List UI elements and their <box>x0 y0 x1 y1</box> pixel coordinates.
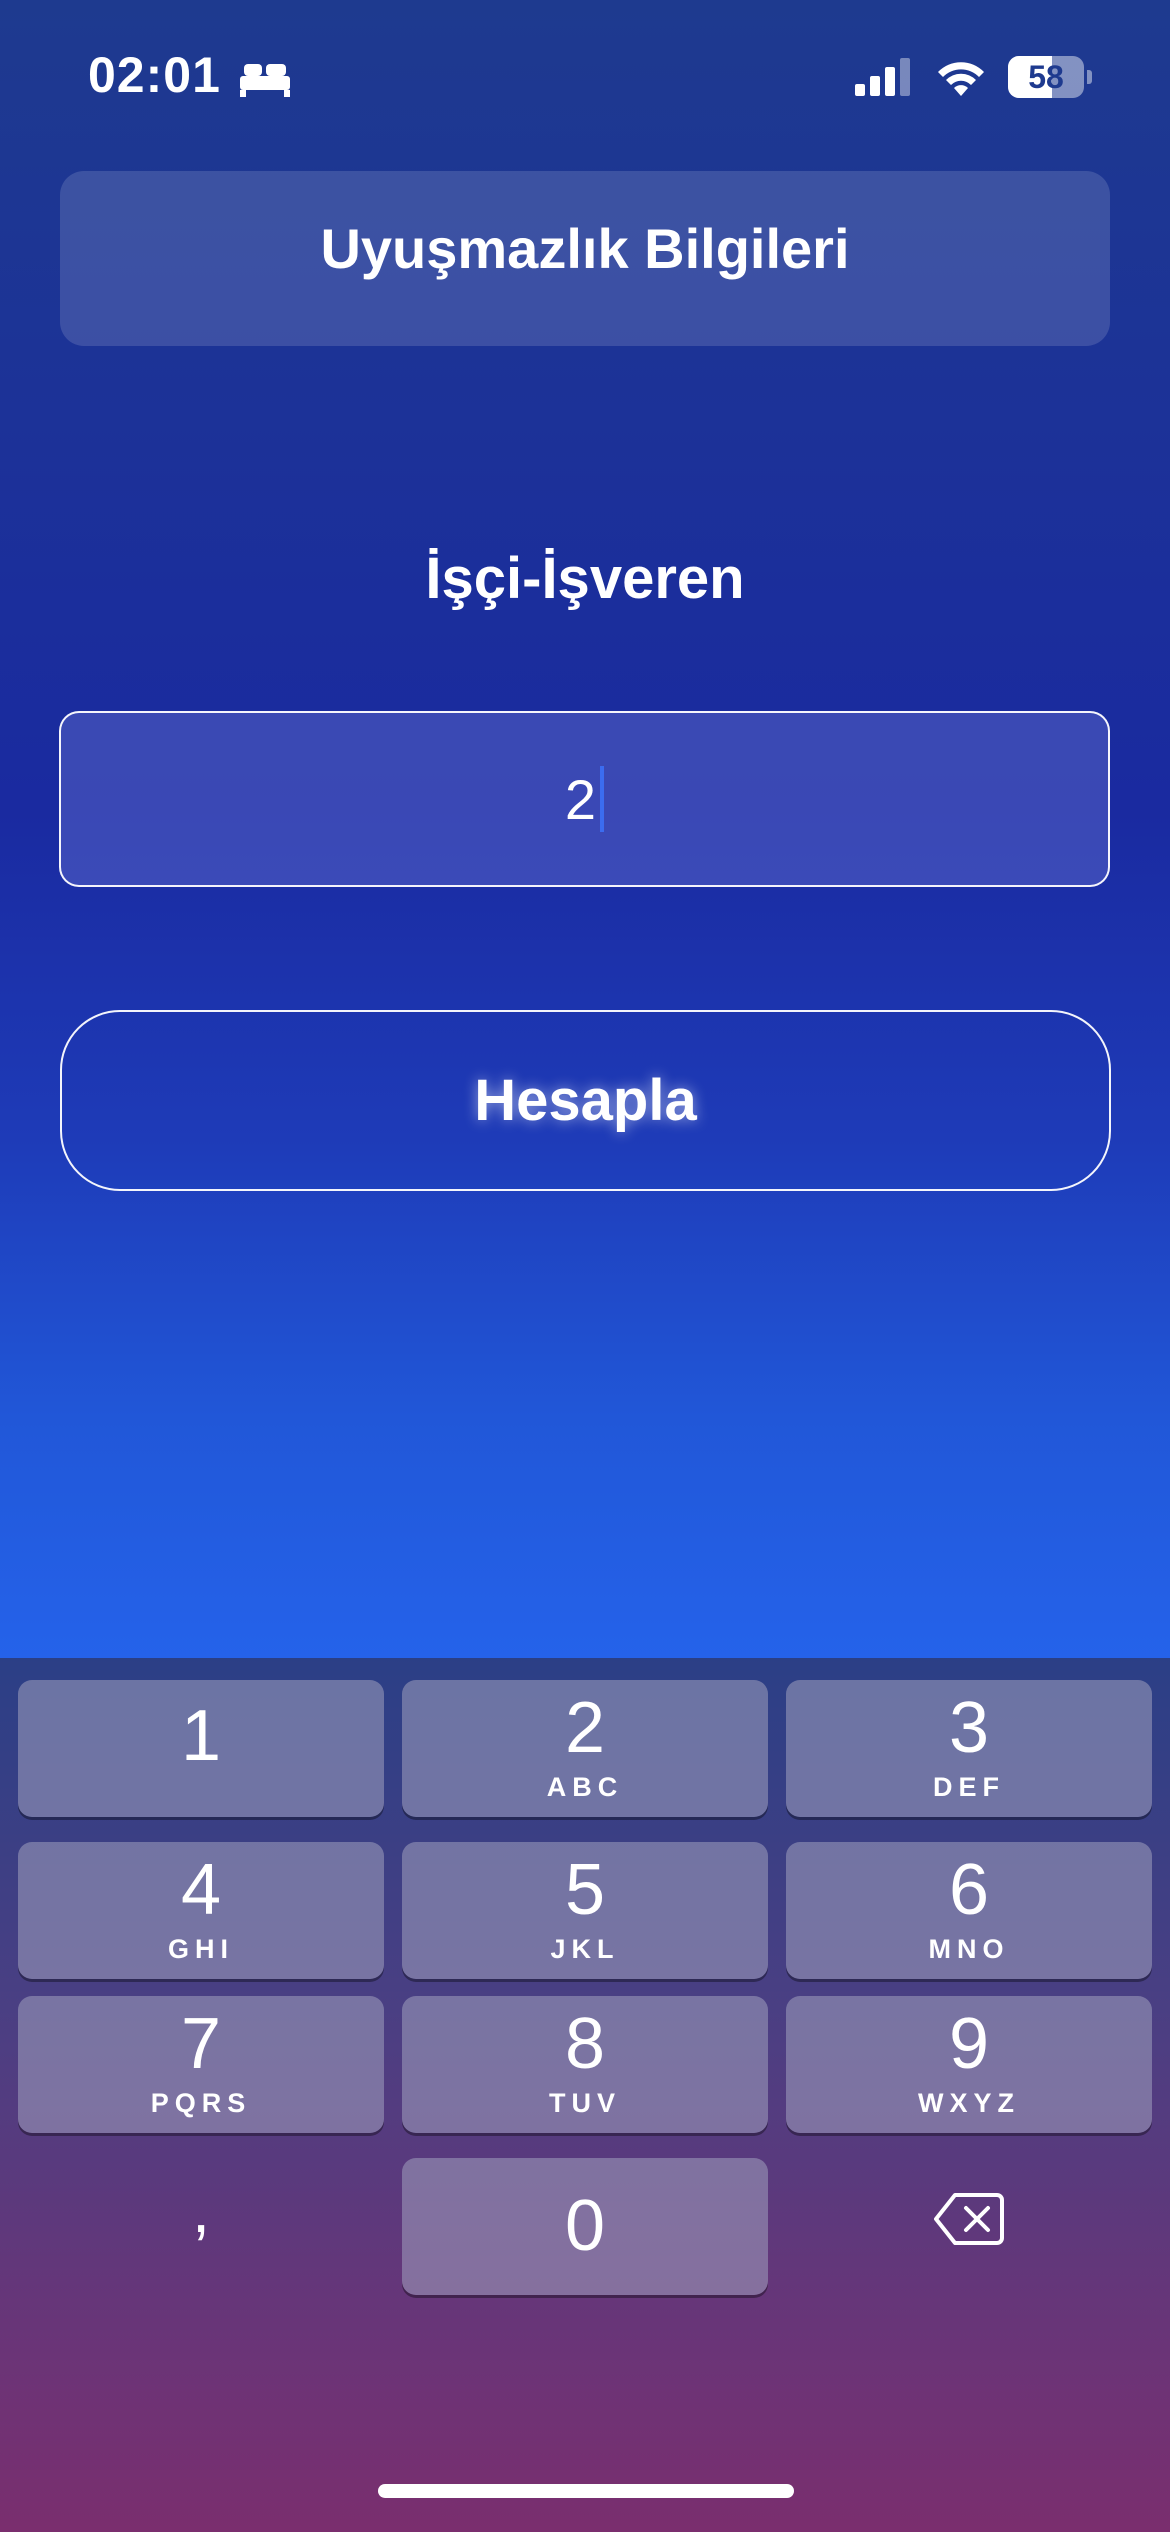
key-3[interactable]: 3 DEF <box>786 1680 1152 1817</box>
key-2[interactable]: 2 ABC <box>402 1680 768 1817</box>
input-value: 2 <box>564 767 597 831</box>
key-5-number: 5 <box>564 1850 606 1930</box>
key-9-number: 9 <box>948 2004 990 2084</box>
key-4-letters: GHI <box>167 1934 234 1964</box>
status-time: 02:01 <box>88 47 221 103</box>
key-1[interactable]: 1 <box>18 1680 384 1817</box>
wifi-icon <box>938 62 984 96</box>
key-9[interactable]: 9 WXYZ <box>786 1996 1152 2133</box>
backspace-icon <box>934 2192 1004 2245</box>
header-card: Uyuşmazlık Bilgileri <box>60 171 1110 346</box>
key-3-number: 3 <box>948 1688 990 1768</box>
sleep-focus-icon <box>240 64 290 97</box>
battery-icon: 58 <box>1008 56 1092 98</box>
key-2-letters: ABC <box>546 1772 624 1802</box>
key-0-number: 0 <box>564 2186 606 2266</box>
calculate-button-label: Hesapla <box>474 1068 697 1133</box>
section-label: İşçi-İşveren <box>425 546 745 611</box>
key-2-number: 2 <box>564 1688 606 1768</box>
key-5-letters: JKL <box>550 1934 620 1964</box>
key-6[interactable]: 6 MNO <box>786 1842 1152 1979</box>
key-4[interactable]: 4 GHI <box>18 1842 384 1979</box>
calculate-button[interactable]: Hesapla <box>60 1010 1111 1191</box>
key-comma[interactable]: , <box>18 2150 384 2287</box>
key-7-letters: PQRS <box>150 2088 252 2118</box>
battery-level: 58 <box>1028 59 1064 95</box>
value-input[interactable]: 2 <box>59 711 1110 887</box>
cellular-signal-icon <box>855 58 910 96</box>
key-8-letters: TUV <box>549 2088 621 2118</box>
text-caret <box>600 766 605 832</box>
key-8-number: 8 <box>564 2004 606 2084</box>
key-4-number: 4 <box>180 1850 222 1930</box>
key-7[interactable]: 7 PQRS <box>18 1996 384 2133</box>
key-5[interactable]: 5 JKL <box>402 1842 768 1979</box>
key-8[interactable]: 8 TUV <box>402 1996 768 2133</box>
numeric-keyboard: 1 2 ABC 3 DEF 4 GHI 5 JKL 6 MNO 7 PQRS 8… <box>0 1658 1170 2532</box>
key-9-letters: WXYZ <box>918 2088 1020 2118</box>
page-title: Uyuşmazlık Bilgileri <box>320 217 850 280</box>
key-3-letters: DEF <box>933 1772 1005 1802</box>
backspace-key[interactable] <box>786 2150 1152 2287</box>
key-0[interactable]: 0 <box>402 2158 768 2295</box>
status-bar: 02:01 58 <box>0 0 1170 150</box>
key-6-number: 6 <box>948 1850 990 1930</box>
home-indicator[interactable] <box>378 2484 794 2498</box>
key-1-number: 1 <box>180 1696 222 1776</box>
key-7-number: 7 <box>180 2004 222 2084</box>
key-6-letters: MNO <box>928 1934 1010 1964</box>
